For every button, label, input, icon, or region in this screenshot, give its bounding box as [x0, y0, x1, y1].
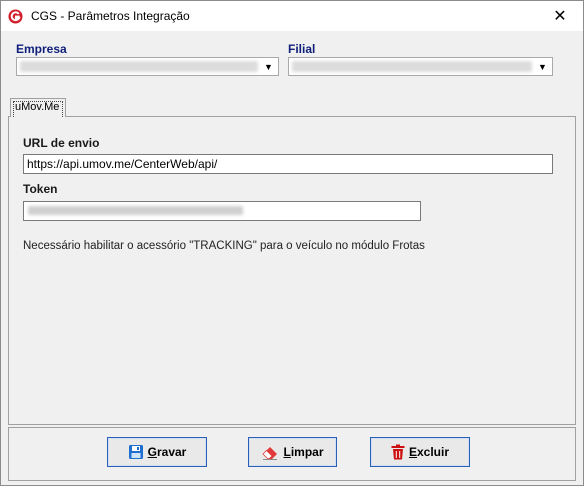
tab-label: uMov.Me	[15, 101, 60, 113]
clear-button[interactable]: Limpar	[248, 437, 337, 467]
dialog-window: CGS - Parâmetros Integração ✕ Empresa ▼ …	[0, 0, 584, 486]
window-title: CGS - Parâmetros Integração	[31, 9, 190, 23]
tracking-note: Necessário habilitar o acessório "TRACKI…	[23, 240, 425, 252]
tab-umovme[interactable]: uMov.Me	[10, 98, 66, 117]
url-label: URL de envio	[23, 136, 100, 150]
clear-label: Limpar	[283, 445, 324, 459]
floppy-disk-icon	[128, 445, 143, 459]
title-bar: CGS - Parâmetros Integração ✕	[1, 1, 583, 31]
empresa-label: Empresa	[16, 42, 67, 56]
delete-button[interactable]: Excluir	[370, 437, 470, 467]
filter-panel: Empresa ▼ Filial ▼	[8, 37, 576, 91]
save-label: Gravar	[147, 445, 187, 459]
empresa-select[interactable]: ▼	[16, 57, 279, 76]
chevron-down-icon[interactable]: ▼	[534, 59, 551, 74]
empresa-value-redacted	[20, 61, 258, 72]
eraser-icon	[262, 447, 278, 460]
app-logo-icon	[8, 9, 23, 24]
close-icon: ✕	[553, 8, 567, 25]
trash-icon	[391, 444, 405, 460]
tab-content-panel: URL de envio https://api.umov.me/CenterW…	[8, 116, 576, 425]
token-label: Token	[23, 182, 58, 196]
close-button[interactable]: ✕	[537, 1, 583, 31]
url-input[interactable]: https://api.umov.me/CenterWeb/api/	[23, 154, 553, 174]
token-value-redacted	[28, 206, 243, 215]
delete-label: Excluir	[408, 445, 450, 459]
save-button[interactable]: Gravar	[107, 437, 207, 467]
filial-label: Filial	[288, 42, 316, 56]
token-input[interactable]	[23, 201, 421, 221]
filial-select[interactable]: ▼	[288, 57, 553, 76]
chevron-down-icon[interactable]: ▼	[260, 59, 277, 74]
filial-value-redacted	[292, 61, 532, 72]
